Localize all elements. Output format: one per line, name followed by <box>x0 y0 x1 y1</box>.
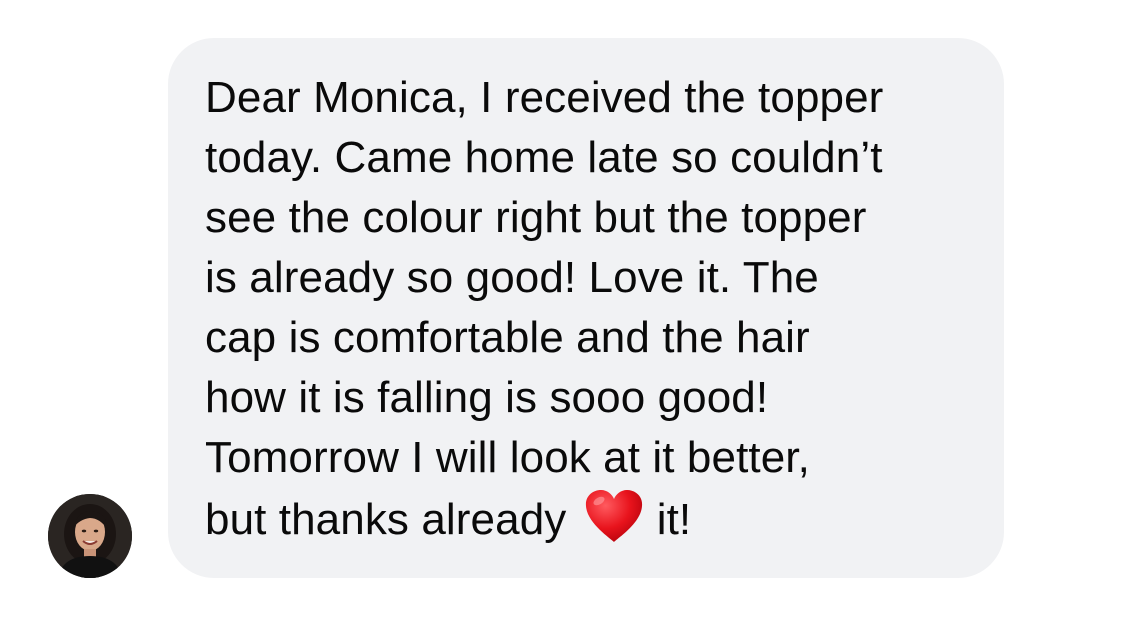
message-line-segment: it! <box>656 495 692 544</box>
message-line-segment: but thanks already <box>205 495 567 544</box>
message-line: how it is falling is sooo good! <box>205 373 769 422</box>
message-line: cap is comfortable and the hair <box>205 313 810 362</box>
message-last-line: but thanks already it! <box>205 488 985 550</box>
message-text: Dear Monica, I received the topper today… <box>205 68 985 550</box>
message-line: see the colour right but the topper <box>205 193 867 242</box>
message-line: is already so good! Love it. The <box>205 253 819 302</box>
avatar-photo-icon <box>48 494 132 578</box>
message-line: Tomorrow I will look at it better, <box>205 433 810 482</box>
message-line: today. Came home late so couldn’t <box>205 133 883 182</box>
red-heart-emoji-icon <box>583 488 645 544</box>
chat-view: Dear Monica, I received the topper today… <box>0 0 1125 618</box>
sender-avatar[interactable] <box>48 494 132 578</box>
message-line: Dear Monica, I received the topper <box>205 73 884 122</box>
